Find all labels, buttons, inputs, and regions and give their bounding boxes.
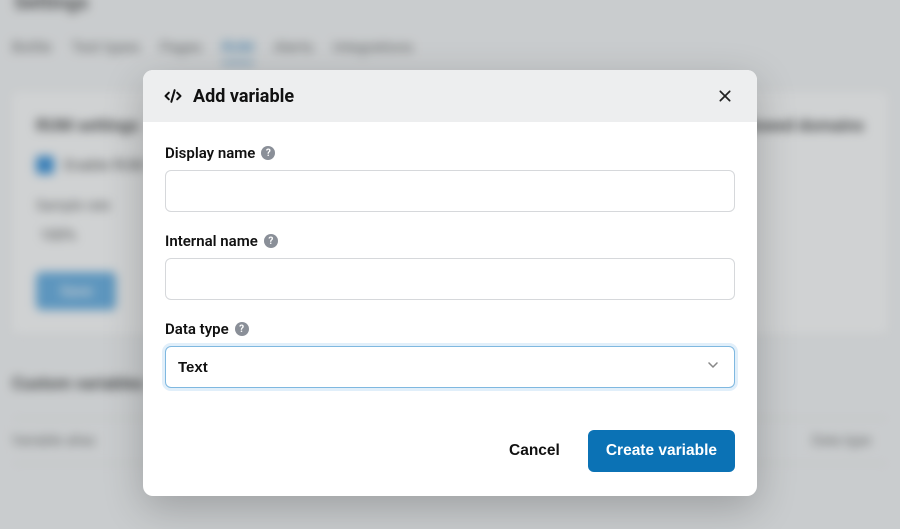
internal-name-label: Internal name xyxy=(165,232,258,250)
data-type-label: Data type xyxy=(165,320,229,338)
internal-name-input[interactable] xyxy=(165,258,735,300)
display-name-group: Display name ? xyxy=(165,144,735,212)
modal-title: Add variable xyxy=(193,86,294,107)
display-name-input[interactable] xyxy=(165,170,735,212)
modal-footer: Cancel Create variable xyxy=(143,416,757,496)
modal-header: Add variable xyxy=(143,70,757,122)
modal-body: Display name ? Internal name ? Data type… xyxy=(143,122,757,416)
close-icon xyxy=(717,88,733,104)
code-icon xyxy=(163,86,183,106)
add-variable-modal: Add variable Display name ? Internal na xyxy=(143,70,757,496)
internal-name-group: Internal name ? xyxy=(165,232,735,300)
create-variable-button[interactable]: Create variable xyxy=(588,430,735,472)
help-icon[interactable]: ? xyxy=(235,322,249,336)
modal-overlay[interactable]: Add variable Display name ? Internal na xyxy=(0,0,900,529)
data-type-select[interactable]: Text xyxy=(165,346,735,388)
cancel-button[interactable]: Cancel xyxy=(491,430,578,472)
display-name-label: Display name xyxy=(165,144,255,162)
help-icon[interactable]: ? xyxy=(264,234,278,248)
help-icon[interactable]: ? xyxy=(261,146,275,160)
data-type-group: Data type ? Text xyxy=(165,320,735,388)
close-button[interactable] xyxy=(713,84,737,108)
